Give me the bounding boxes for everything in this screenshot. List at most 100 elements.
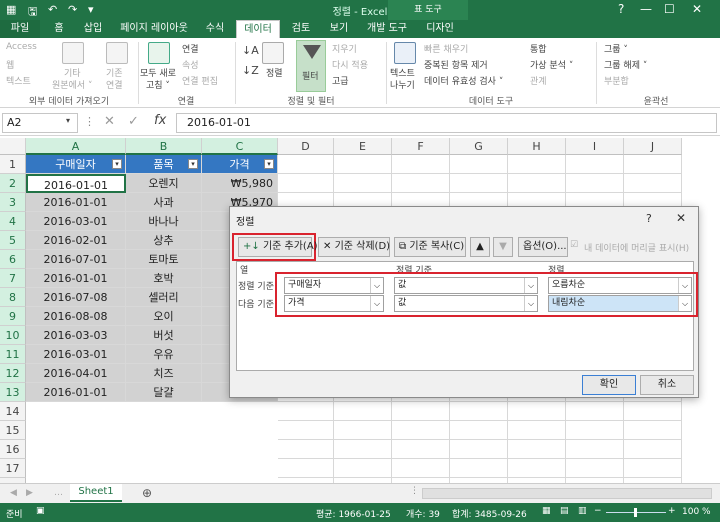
row-header-2[interactable]: 2 [0, 174, 26, 193]
table-cell[interactable]: 2016-08-08 [26, 307, 126, 326]
table-cell[interactable]: 2016-03-01 [26, 345, 126, 364]
cell[interactable] [334, 459, 392, 478]
level-2-order-select[interactable]: 내림차순 ⌵ [548, 295, 692, 312]
table-cell[interactable]: 버섯 [126, 326, 202, 345]
table-cell[interactable]: 2016-02-01 [26, 231, 126, 250]
page-layout-view-icon[interactable]: ▤ [560, 506, 569, 516]
existing-connections-label2[interactable]: 연결 [106, 78, 123, 91]
level-2-sorton-select[interactable]: 값 ⌵ [394, 295, 538, 312]
enter-icon[interactable]: ✓ [128, 114, 139, 129]
maximize-icon[interactable]: ☐ [664, 2, 675, 16]
connections-button[interactable]: 연결 [182, 42, 199, 55]
cell[interactable] [450, 174, 508, 193]
cell[interactable] [508, 402, 566, 421]
sort-az-icon[interactable]: ↓A [242, 44, 259, 57]
what-if-button[interactable]: 가상 분석 ˅ [530, 58, 573, 71]
normal-view-icon[interactable]: ▦ [542, 506, 551, 516]
column-header-f[interactable]: F [392, 138, 450, 155]
scroll-right-icon[interactable]: ▶ [26, 488, 33, 498]
cell[interactable] [624, 174, 682, 193]
column-header-b[interactable]: B [126, 138, 202, 155]
cell[interactable] [566, 440, 624, 459]
tab-insert[interactable]: 삽입 [76, 20, 110, 38]
cell[interactable] [624, 402, 682, 421]
ok-button[interactable]: 확인 [582, 375, 636, 395]
properties-button[interactable]: 속성 [182, 58, 199, 71]
table-header-cell[interactable]: 품목 ▾ [126, 155, 202, 174]
scrollbar-split-icon[interactable]: ⋮ [410, 486, 419, 496]
web-button[interactable]: 웹 [6, 58, 14, 71]
tab-data[interactable]: 데이터 [236, 20, 280, 38]
edit-links-button[interactable]: 연결 편집 [182, 74, 218, 87]
horizontal-scrollbar[interactable] [422, 488, 712, 499]
cell[interactable] [566, 421, 624, 440]
cell[interactable] [508, 174, 566, 193]
filter-dropdown-icon[interactable]: ▾ [188, 159, 198, 169]
level-1-sorton-select[interactable]: 값 ⌵ [394, 277, 538, 294]
table-cell[interactable]: 2016-01-01 [26, 269, 126, 288]
column-header-c[interactable]: C [202, 138, 278, 155]
column-header-j[interactable]: J [624, 138, 682, 155]
cell[interactable] [624, 421, 682, 440]
table-cell[interactable]: ₩5,980 [202, 174, 278, 193]
table-cell[interactable]: 셀러리 [126, 288, 202, 307]
cell[interactable] [278, 440, 334, 459]
row-header-11[interactable]: 11 [0, 345, 26, 364]
tab-review[interactable]: 검토 [284, 20, 318, 38]
advanced-filter-button[interactable]: 고급 [332, 74, 349, 87]
column-header-d[interactable]: D [278, 138, 334, 155]
cell[interactable] [278, 155, 334, 174]
select-all-corner[interactable] [0, 138, 26, 155]
close-icon[interactable]: ✕ [692, 2, 702, 16]
cell[interactable] [624, 459, 682, 478]
cell[interactable] [334, 402, 392, 421]
scroll-left-icon[interactable]: ◀ [10, 488, 17, 498]
tab-home[interactable]: 홈 [44, 20, 74, 38]
macro-record-icon[interactable]: ▣ [36, 506, 45, 516]
table-cell[interactable]: 2016-04-01 [26, 364, 126, 383]
cell[interactable] [450, 459, 508, 478]
cell[interactable] [624, 440, 682, 459]
cell[interactable] [566, 155, 624, 174]
table-cell[interactable]: 호박 [126, 269, 202, 288]
tab-developer[interactable]: 개발 도구 [360, 20, 414, 38]
tab-formulas[interactable]: 수식 [198, 20, 232, 38]
table-header-cell[interactable]: 가격 ▾ [202, 155, 278, 174]
table-cell[interactable]: 오렌지 [126, 174, 202, 193]
table-header-cell[interactable]: 구매일자 ▾ [26, 155, 126, 174]
cell[interactable] [392, 155, 450, 174]
zoom-in-icon[interactable]: + [668, 506, 676, 516]
access-button[interactable]: Access [6, 42, 37, 52]
cell[interactable] [278, 459, 334, 478]
move-down-button[interactable]: ▼ [493, 237, 513, 257]
column-header-h[interactable]: H [508, 138, 566, 155]
table-cell[interactable]: 2016-01-01 [26, 383, 126, 402]
filter-dropdown-icon[interactable]: ▾ [264, 159, 274, 169]
text-to-columns-label2[interactable]: 나누기 [390, 78, 415, 91]
has-headers-checkbox[interactable]: ☑ [570, 240, 578, 250]
text-button[interactable]: 텍스트 [6, 74, 31, 87]
cell[interactable] [508, 459, 566, 478]
minimize-icon[interactable]: — [640, 2, 652, 16]
cell[interactable] [392, 440, 450, 459]
tab-design[interactable]: 디자인 [418, 20, 462, 38]
add-level-button[interactable]: +↓ 기준 추가(A) [238, 237, 318, 257]
cell[interactable] [334, 174, 392, 193]
sort-za-icon[interactable]: ↓Z [242, 64, 259, 77]
move-up-button[interactable]: ▲ [470, 237, 490, 257]
filter-dropdown-icon[interactable]: ▾ [112, 159, 122, 169]
insert-function-icon[interactable]: fx [154, 113, 166, 128]
cell[interactable] [278, 174, 334, 193]
cell[interactable] [508, 421, 566, 440]
table-cell[interactable]: 2016-03-03 [26, 326, 126, 345]
table-cell[interactable]: 2016-07-08 [26, 288, 126, 307]
row-header-8[interactable]: 8 [0, 288, 26, 307]
filter-button[interactable]: 필터 [296, 40, 326, 92]
column-header-i[interactable]: I [566, 138, 624, 155]
table-cell[interactable]: 우유 [126, 345, 202, 364]
active-cell[interactable]: 2016-01-01 [26, 174, 126, 193]
column-header-a[interactable]: A [26, 138, 126, 155]
cell[interactable] [508, 155, 566, 174]
dialog-close-icon[interactable]: ✕ [676, 211, 686, 225]
zoom-out-icon[interactable]: − [594, 506, 602, 516]
